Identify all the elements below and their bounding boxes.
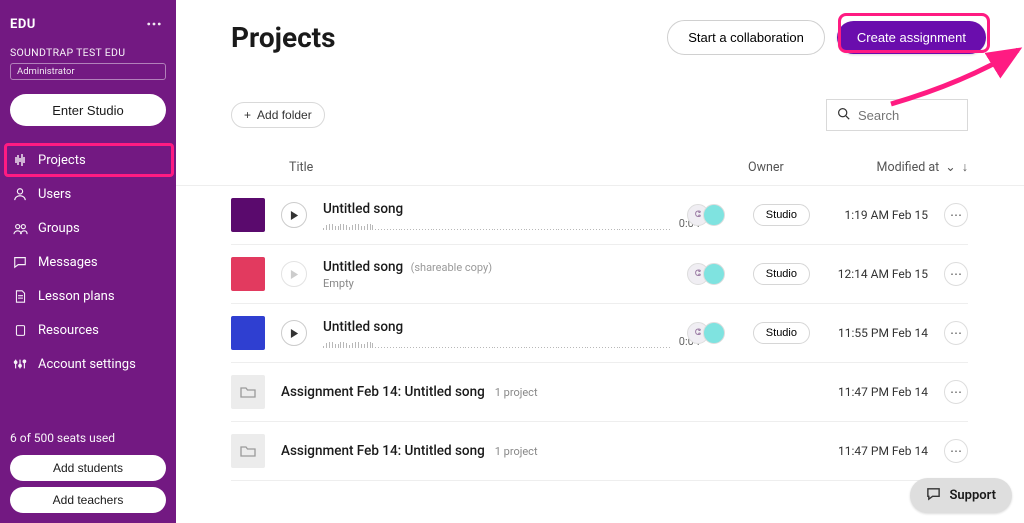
seats-label: 6 of 500 seats used <box>10 431 166 445</box>
org-name: EDU <box>10 17 36 32</box>
sidebar-item-label: Groups <box>38 221 80 236</box>
sidebar-item-groups[interactable]: Groups <box>0 212 176 244</box>
owner-avatars: ⵛ <box>687 263 737 285</box>
org-more-icon[interactable] <box>142 12 166 36</box>
row-more-icon[interactable]: ⋯ <box>944 262 968 286</box>
users-icon <box>12 220 28 236</box>
sidebar-item-account[interactable]: Account settings <box>0 348 176 380</box>
sidebar-item-label: Lesson plans <box>38 289 115 304</box>
sidebar-item-label: Projects <box>38 153 86 168</box>
add-students-button[interactable]: Add students <box>10 455 166 481</box>
sidebar-item-resources[interactable]: Resources <box>0 314 176 346</box>
project-row[interactable]: Untitled song /*filled below via generic… <box>231 186 968 245</box>
support-button[interactable]: Support <box>910 478 1012 513</box>
sidebar-item-label: Messages <box>38 255 98 270</box>
studio-button[interactable]: Studio <box>753 322 810 344</box>
project-title: Untitled song (shareable copy) <box>323 259 671 275</box>
sidebar-item-label: Account settings <box>38 357 136 372</box>
resources-icon <box>12 322 28 338</box>
page-title: Projects <box>231 21 336 54</box>
project-subtitle: Empty <box>323 277 671 290</box>
modified-at: 11:55 PM Feb 14 <box>826 326 928 340</box>
avatar <box>703 322 725 344</box>
project-title: Untitled song <box>323 201 671 217</box>
waveform-icon <box>12 152 28 168</box>
plus-icon: + <box>244 108 251 122</box>
search-icon <box>837 107 850 124</box>
avatar <box>703 263 725 285</box>
sidebar-item-projects[interactable]: Projects <box>0 144 176 176</box>
modified-at: 11:47 PM Feb 14 <box>826 444 928 458</box>
studio-button[interactable]: Studio <box>753 263 810 285</box>
enter-studio-button[interactable]: Enter Studio <box>10 94 166 126</box>
col-owner[interactable]: Owner <box>748 160 808 175</box>
play-button[interactable] <box>281 202 307 228</box>
project-thumbnail <box>231 198 265 232</box>
modified-at: 12:14 AM Feb 15 <box>826 267 928 281</box>
sidebar: EDU SOUNDTRAP TEST EDU Administrator Ent… <box>0 0 176 523</box>
project-rows: Untitled song /*filled below via generic… <box>176 186 1024 481</box>
owner-avatars: ⵛ <box>687 322 737 344</box>
project-title: Untitled song <box>323 319 671 335</box>
folder-count: 1 project <box>495 386 538 399</box>
folder-row[interactable]: Assignment Feb 14: Untitled song 1 proje… <box>231 422 968 481</box>
studio-button[interactable]: Studio <box>753 204 810 226</box>
folder-row[interactable]: Assignment Feb 14: Untitled song 1 proje… <box>231 363 968 422</box>
folder-icon <box>231 375 265 409</box>
start-collab-button[interactable]: Start a collaboration <box>667 20 825 55</box>
sidebar-item-lessons[interactable]: Lesson plans <box>0 280 176 312</box>
main: Projects Start a collaboration Create as… <box>176 0 1024 523</box>
nav: Projects Users Groups Messages Lesson pl… <box>0 144 176 380</box>
folder-title: Assignment Feb 14: Untitled song <box>281 384 485 400</box>
search-input[interactable] <box>858 108 957 123</box>
avatar <box>703 204 725 226</box>
sidebar-item-label: Resources <box>38 323 99 338</box>
support-chat-icon <box>926 486 941 505</box>
user-icon <box>12 186 28 202</box>
play-button[interactable] <box>281 261 307 287</box>
folder-title: Assignment Feb 14: Untitled song <box>281 443 485 459</box>
add-folder-label: Add folder <box>257 108 312 122</box>
row-more-icon[interactable]: ⋯ <box>944 439 968 463</box>
doc-icon <box>12 288 28 304</box>
sub-org-name: SOUNDTRAP TEST EDU <box>10 46 166 59</box>
play-button[interactable] <box>281 320 307 346</box>
sidebar-item-messages[interactable]: Messages <box>0 246 176 278</box>
project-row[interactable]: Untitled song 0:04 ⵛ Studio 11:55 PM Feb… <box>231 304 968 363</box>
create-assignment-button[interactable]: Create assignment <box>837 21 986 54</box>
sidebar-item-users[interactable]: Users <box>0 178 176 210</box>
folder-count: 1 project <box>495 445 538 458</box>
role-chip: Administrator <box>10 63 166 80</box>
chat-icon <box>12 254 28 270</box>
shareable-tag: (shareable copy) <box>411 261 493 274</box>
add-teachers-button[interactable]: Add teachers <box>10 487 166 513</box>
row-more-icon[interactable]: ⋯ <box>944 321 968 345</box>
waveform-icon <box>323 342 671 348</box>
search-box[interactable] <box>826 99 968 131</box>
project-thumbnail <box>231 257 265 291</box>
arrow-down-icon: ↓ <box>962 160 968 175</box>
col-title[interactable]: Title <box>289 160 748 175</box>
row-more-icon[interactable]: ⋯ <box>944 203 968 227</box>
sidebar-item-label: Users <box>38 187 71 202</box>
col-modified[interactable]: Modified at ⌄ ↓ <box>808 159 968 175</box>
sliders-icon <box>12 356 28 372</box>
modified-at: 11:47 PM Feb 14 <box>826 385 928 399</box>
modified-at: 1:19 AM Feb 15 <box>826 208 928 222</box>
folder-icon <box>231 434 265 468</box>
waveform-icon: /*filled below via generic waveform*/ <box>323 224 671 230</box>
chevron-down-icon: ⌄ <box>945 159 955 175</box>
row-more-icon[interactable]: ⋯ <box>944 380 968 404</box>
project-row[interactable]: Untitled song (shareable copy) Empty ⵛ S… <box>231 245 968 304</box>
owner-avatars: ⵛ <box>687 204 737 226</box>
add-folder-button[interactable]: + Add folder <box>231 102 325 128</box>
project-thumbnail <box>231 316 265 350</box>
